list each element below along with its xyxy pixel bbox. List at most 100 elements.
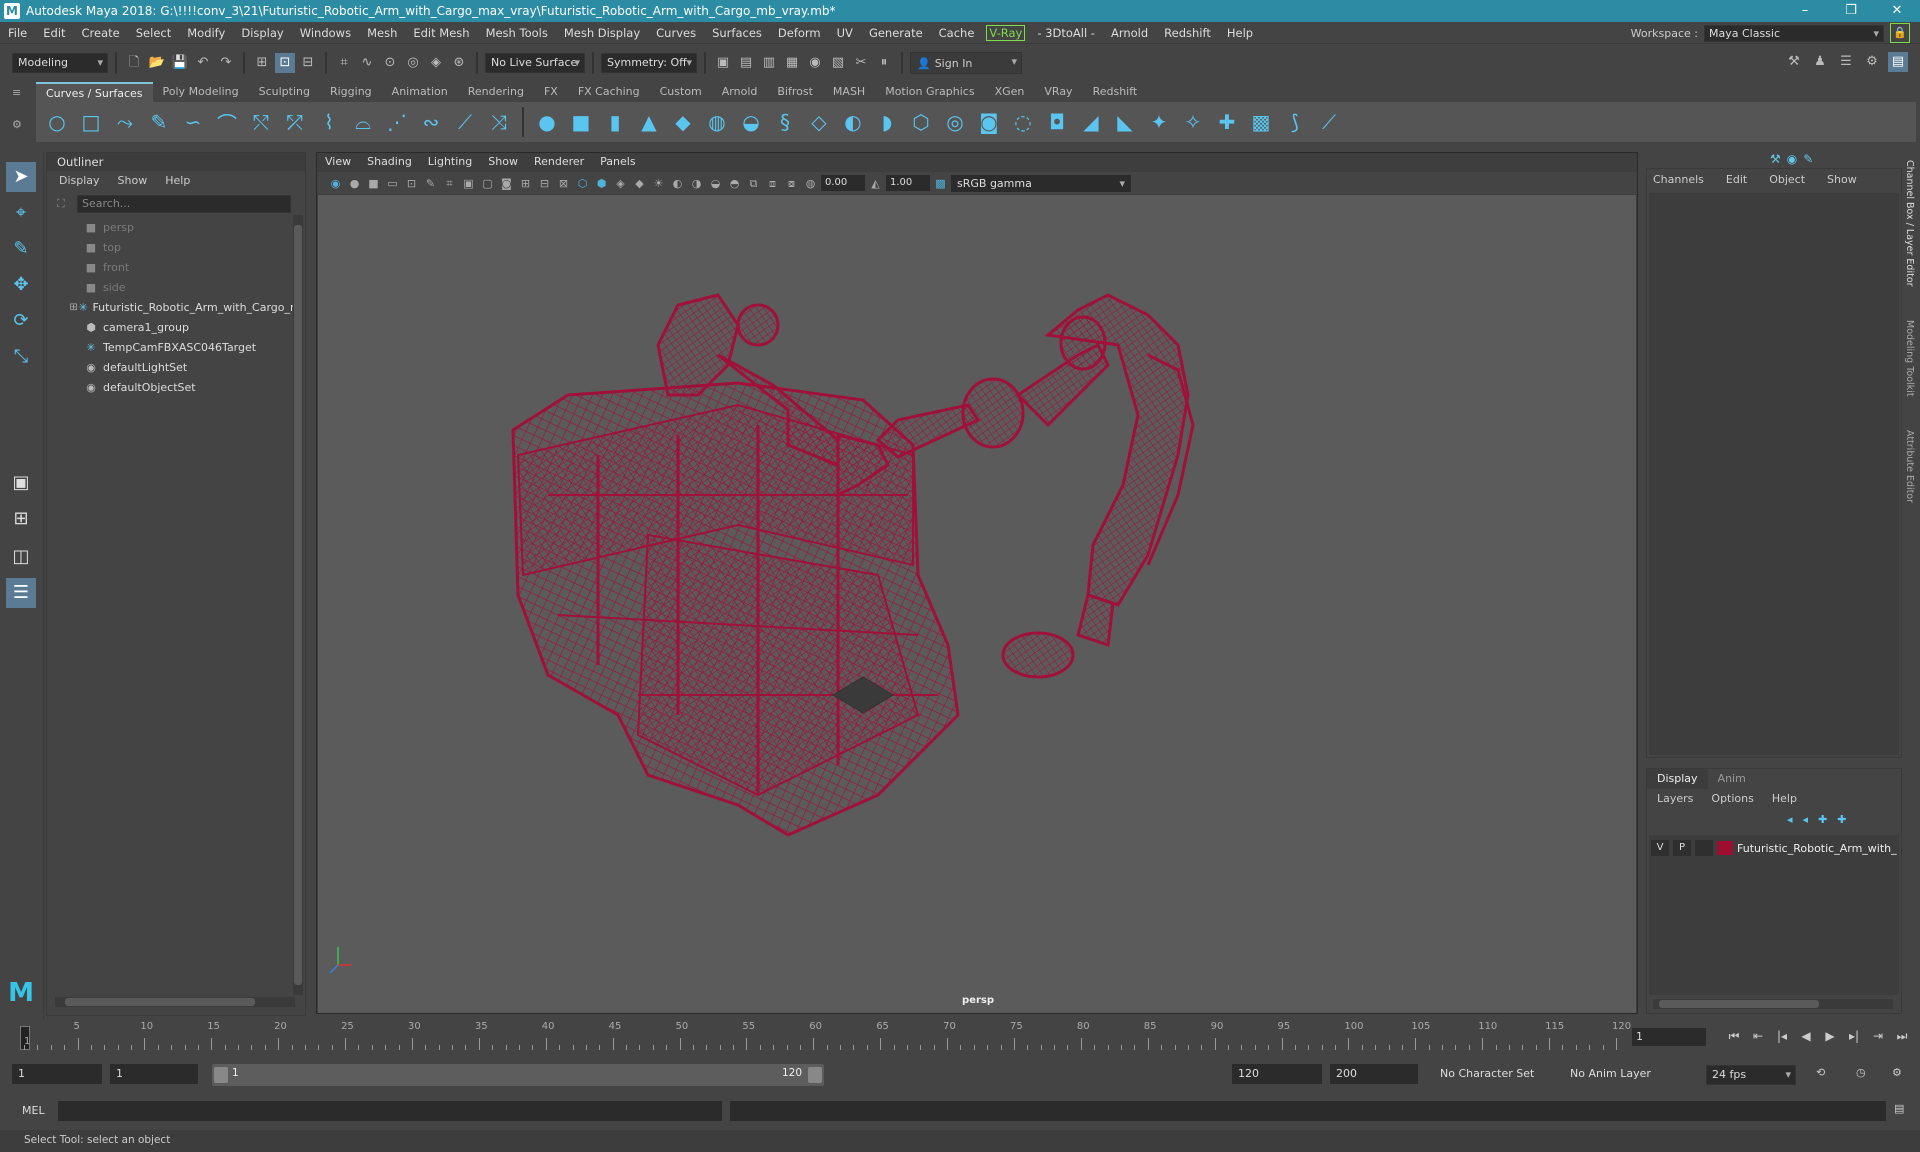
bookmarks-icon[interactable]: ■	[365, 175, 382, 192]
single-view-layout-icon[interactable]: ▣	[6, 468, 36, 498]
safe-title-icon[interactable]: ⊠	[555, 175, 572, 192]
menu-edit-mesh[interactable]: Edit Mesh	[405, 26, 477, 40]
fps-dropdown[interactable]: 24 fps	[1706, 1065, 1796, 1085]
character-controls-icon[interactable]: ♟	[1810, 52, 1830, 72]
layer-row[interactable]: V P Futuristic_Robotic_Arm_with_C	[1651, 839, 1897, 857]
menu-select[interactable]: Select	[128, 26, 179, 40]
nurbs-square-icon[interactable]: □	[76, 106, 106, 138]
scale-tool-icon[interactable]: ⤡	[6, 342, 36, 372]
attach-curves-icon[interactable]: ⤲	[246, 106, 276, 138]
menu-modify[interactable]: Modify	[179, 26, 233, 40]
open-scene-icon[interactable]: 📂	[147, 53, 167, 73]
ep-curve-icon[interactable]: ⤳	[110, 106, 140, 138]
nurbs-circle-icon[interactable]: ○	[42, 106, 72, 138]
extrude-icon[interactable]: ◐	[838, 106, 868, 138]
shelf-tab-mash[interactable]: MASH	[823, 82, 875, 102]
rebuild-curve-icon[interactable]: ∾	[416, 106, 446, 138]
nurbs-cube-icon[interactable]: ■	[566, 106, 596, 138]
current-frame-field[interactable]: 1	[1632, 1028, 1706, 1046]
undo-icon[interactable]: ↶	[193, 53, 213, 73]
loft-icon[interactable]: §	[770, 106, 800, 138]
render-frame-icon[interactable]: ▤	[736, 53, 756, 73]
insert-knot-icon[interactable]: ⌇	[314, 106, 344, 138]
play-forward-icon[interactable]: ▶	[1820, 1026, 1840, 1046]
tool-settings-icon[interactable]: ⚙	[1862, 52, 1882, 72]
restore-button[interactable]: ❐	[1828, 0, 1874, 22]
step-forward-frame-icon[interactable]: ▸|	[1844, 1026, 1864, 1046]
scroll-thumb[interactable]	[1659, 1000, 1819, 1008]
shadows-icon[interactable]: ◐	[669, 175, 686, 192]
bevel-plus-icon[interactable]: ◙	[974, 106, 1004, 138]
3d-scene-view[interactable]: persp	[318, 195, 1636, 1013]
snap-pivot-icon[interactable]: ⊛	[449, 53, 469, 73]
channel-box-menu-object[interactable]: Object	[1769, 169, 1805, 191]
shelf-tab-rigging[interactable]: Rigging	[320, 82, 382, 102]
symmetry-dropdown[interactable]: Symmetry: Off	[601, 53, 697, 73]
select-object-icon[interactable]: ⊡	[275, 53, 295, 73]
viewport-menu-panels[interactable]: Panels	[592, 153, 643, 171]
nurbs-cylinder-icon[interactable]: ▮	[600, 106, 630, 138]
detach-surfaces-icon[interactable]: ✧	[1178, 106, 1208, 138]
layer-visibility-toggle[interactable]: V	[1651, 840, 1669, 856]
menu-display[interactable]: Display	[233, 26, 291, 40]
viewport-menu-view[interactable]: View	[317, 153, 359, 171]
shelf-tab-poly-modeling[interactable]: Poly Modeling	[153, 82, 249, 102]
menu-mesh-display[interactable]: Mesh Display	[556, 26, 648, 40]
channel-box-menu-channels[interactable]: Channels	[1653, 169, 1704, 191]
intersect-surfaces-icon[interactable]: ◘	[1042, 106, 1072, 138]
menu-create[interactable]: Create	[74, 26, 128, 40]
select-camera-icon[interactable]: ◉	[327, 175, 344, 192]
insert-isoparm-icon[interactable]: ⟆	[1280, 106, 1310, 138]
new-scene-icon[interactable]: 🗋	[124, 53, 144, 73]
exposure-field[interactable]: 0.00	[821, 175, 865, 191]
play-backward-icon[interactable]: ◀	[1796, 1026, 1816, 1046]
shelf-menu-icon[interactable]: ≡	[12, 86, 21, 99]
snap-grid-icon[interactable]: ⌗	[334, 53, 354, 73]
grease-pencil-icon[interactable]: ✎	[422, 175, 439, 192]
playback-end-field[interactable]: 120	[1232, 1064, 1322, 1084]
animation-start-field[interactable]: 1	[12, 1064, 102, 1084]
menu-help[interactable]: Help	[1219, 26, 1261, 40]
range-start-handle[interactable]	[214, 1067, 228, 1083]
outliner-vertical-scrollbar[interactable]	[293, 215, 303, 995]
paint-select-tool-icon[interactable]: ✎	[6, 234, 36, 264]
shelf-tab-animation[interactable]: Animation	[382, 82, 458, 102]
layer-menu-options[interactable]: Options	[1711, 789, 1753, 809]
layer-menu-help[interactable]: Help	[1772, 789, 1797, 809]
command-input[interactable]	[58, 1101, 722, 1121]
snap-curve-icon[interactable]: ∿	[357, 53, 377, 73]
channel-box-menu-edit[interactable]: Edit	[1726, 169, 1747, 191]
wireframe-on-shaded-icon[interactable]: ◈	[612, 175, 629, 192]
script-type-label[interactable]: MEL	[22, 1104, 45, 1117]
nurbs-plane-icon[interactable]: ◆	[668, 106, 698, 138]
lasso-tool-icon[interactable]: ⌖	[6, 198, 36, 228]
color-management-icon[interactable]: ▩	[932, 175, 949, 192]
go-to-end-icon[interactable]: ⏭	[1892, 1026, 1912, 1046]
select-hierarchy-icon[interactable]: ⊞	[252, 53, 272, 73]
viewport-menu-lighting[interactable]: Lighting	[420, 153, 480, 171]
use-all-lights-icon[interactable]: ☀	[650, 175, 667, 192]
2d-pan-zoom-icon[interactable]: ⊡	[403, 175, 420, 192]
rotate-tool-icon[interactable]: ⟳	[6, 306, 36, 336]
range-slider[interactable]: 1 120	[212, 1064, 824, 1086]
outliner-menu-display[interactable]: Display	[59, 171, 100, 191]
birail-icon[interactable]: ◗	[872, 106, 902, 138]
outliner-item-default-light-set[interactable]: ◉ defaultLightSet	[47, 357, 297, 377]
character-set-dropdown[interactable]: No Character Set	[1436, 1064, 1560, 1084]
channel-box-menu-show[interactable]: Show	[1827, 169, 1857, 191]
isolate-select-icon[interactable]: ⧉	[745, 175, 762, 192]
construction-history-icon[interactable]: ▣	[713, 53, 733, 73]
close-button[interactable]: ✕	[1874, 0, 1920, 22]
outliner-item-tempcam-target[interactable]: ✳ TempCamFBXASC046Target	[47, 337, 297, 357]
move-tool-icon[interactable]: ✥	[6, 270, 36, 300]
view-transform-dropdown[interactable]: sRGB gamma	[951, 174, 1131, 192]
animation-preferences-icon[interactable]: ⚙	[1892, 1066, 1902, 1079]
outliner-item-front[interactable]: ■ front	[47, 257, 297, 277]
layer-playback-toggle[interactable]: P	[1673, 840, 1691, 856]
outliner-horizontal-scrollbar[interactable]	[55, 997, 295, 1007]
tab-anim[interactable]: Anim	[1708, 769, 1756, 789]
loop-icon[interactable]: ⟲	[1816, 1066, 1825, 1079]
tool-icon[interactable]: ⚒	[1770, 152, 1781, 166]
detach-curves-icon[interactable]: ⤱	[280, 106, 310, 138]
layer-horizontal-scrollbar[interactable]	[1653, 999, 1893, 1009]
